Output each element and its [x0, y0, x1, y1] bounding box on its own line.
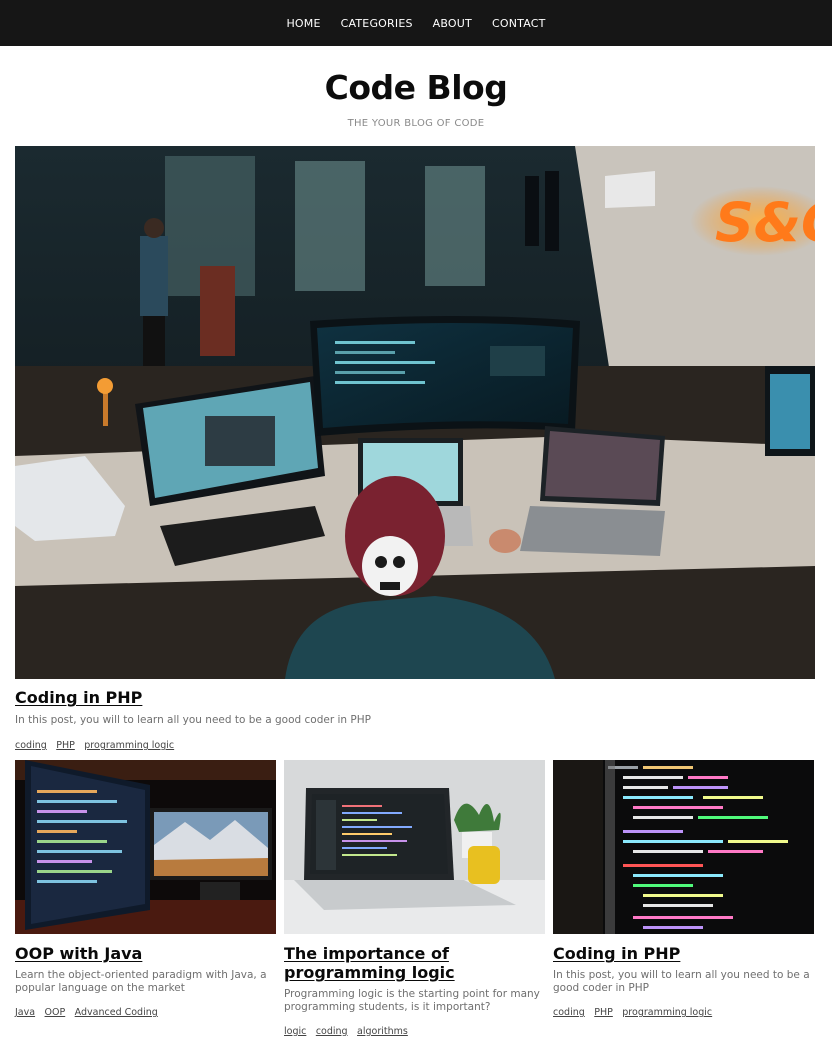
tag-link[interactable]: Java	[15, 1007, 35, 1018]
tag-link[interactable]: programming logic	[622, 1007, 712, 1018]
post-card-description: Learn the object-oriented paradigm with …	[15, 969, 267, 994]
post-card-image[interactable]	[553, 760, 814, 934]
featured-post-image[interactable]: S&G	[15, 146, 815, 679]
post-card-title[interactable]: OOP with Java	[15, 944, 276, 963]
nav-categories-link[interactable]: CATEGORIES	[331, 17, 423, 30]
tag-link[interactable]: OOP	[45, 1007, 66, 1018]
featured-post-title[interactable]: Coding in PHP	[15, 688, 142, 707]
post-card: Coding in PHP In this post, you will to …	[553, 760, 814, 1020]
tag-link[interactable]: coding	[316, 1026, 348, 1037]
featured-post-tags: coding PHP programming logic	[15, 735, 815, 753]
tag-link[interactable]: Advanced Coding	[75, 1007, 158, 1018]
post-card-tags: coding PHP programming logic	[553, 1002, 814, 1020]
post-card-title[interactable]: The importance of programming logic	[284, 944, 545, 982]
site-title: Code Blog	[324, 68, 508, 107]
nav-about-link[interactable]: ABOUT	[423, 17, 482, 30]
featured-post-description: In this post, you will to learn all you …	[15, 714, 371, 726]
post-card-image[interactable]	[284, 760, 545, 934]
tag-link[interactable]: coding	[15, 740, 47, 751]
nav-home-link[interactable]: HOME	[276, 17, 330, 30]
tag-link[interactable]: algorithms	[357, 1026, 408, 1037]
tag-link[interactable]: programming logic	[84, 740, 174, 751]
site-tagline: THE YOUR BLOG OF CODE	[347, 118, 485, 129]
tag-link[interactable]: coding	[553, 1007, 585, 1018]
svg-text:S&G: S&G	[715, 191, 815, 254]
post-card-description: Programming logic is the starting point …	[284, 988, 540, 1013]
top-navigation: HOME CATEGORIES ABOUT CONTACT	[0, 0, 832, 46]
post-card-tags: logic coding algorithms	[284, 1021, 545, 1039]
featured-post: Coding in PHP In this post, you will to …	[15, 688, 815, 753]
post-card-description: In this post, you will to learn all you …	[553, 969, 810, 994]
tag-link[interactable]: PHP	[594, 1007, 613, 1018]
post-card-title[interactable]: Coding in PHP	[553, 944, 814, 963]
tag-link[interactable]: PHP	[56, 740, 75, 751]
tag-link[interactable]: logic	[284, 1026, 306, 1037]
post-card-image[interactable]	[15, 760, 276, 934]
post-card-tags: Java OOP Advanced Coding	[15, 1002, 276, 1020]
post-card: OOP with Java Learn the object-oriented …	[15, 760, 276, 1020]
nav-contact-link[interactable]: CONTACT	[482, 17, 556, 30]
post-card: The importance of programming logic Prog…	[284, 760, 545, 1039]
